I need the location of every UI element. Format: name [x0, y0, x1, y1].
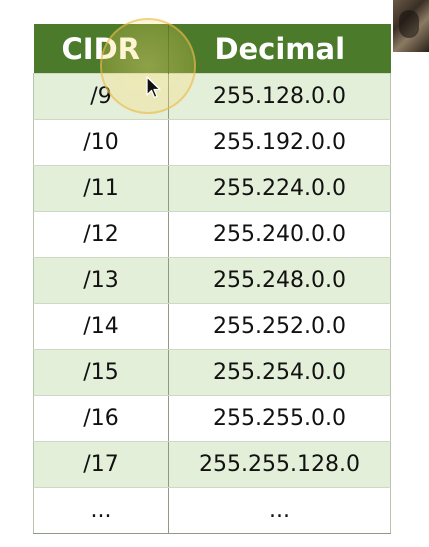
- cidr-cell: /11: [33, 165, 169, 212]
- decimal-cell: 255.254.0.0: [168, 349, 391, 396]
- table-header-row: CIDR Decimal: [33, 24, 391, 74]
- cidr-cell: /16: [33, 395, 169, 442]
- table-row: /12 255.240.0.0: [33, 211, 391, 258]
- cidr-decimal-table: CIDR Decimal /9 255.128.0.0 /10 255.192.…: [33, 24, 391, 534]
- cidr-cell: /15: [33, 349, 169, 396]
- table-row: /14 255.252.0.0: [33, 303, 391, 350]
- table-row: /13 255.248.0.0: [33, 257, 391, 304]
- table-row-ellipsis: ... ...: [33, 487, 391, 534]
- decimal-cell: 255.252.0.0: [168, 303, 391, 350]
- column-header-cidr: CIDR: [33, 24, 169, 74]
- cidr-cell: /14: [33, 303, 169, 350]
- webcam-thumbnail: [393, 0, 429, 52]
- decimal-cell: 255.192.0.0: [168, 119, 391, 166]
- decimal-cell: 255.224.0.0: [168, 165, 391, 212]
- table-row: /11 255.224.0.0: [33, 165, 391, 212]
- decimal-cell: 255.255.0.0: [168, 395, 391, 442]
- cidr-cell: /13: [33, 257, 169, 304]
- cidr-cell: /10: [33, 119, 169, 166]
- column-header-decimal: Decimal: [168, 24, 391, 74]
- decimal-cell: 255.248.0.0: [168, 257, 391, 304]
- decimal-cell: ...: [168, 487, 391, 534]
- cidr-cell: ...: [33, 487, 169, 534]
- cidr-cell: /17: [33, 441, 169, 488]
- cidr-table-container: CIDR Decimal /9 255.128.0.0 /10 255.192.…: [33, 24, 391, 534]
- table-row: /17 255.255.128.0: [33, 441, 391, 488]
- table-row: /9 255.128.0.0: [33, 73, 391, 120]
- table-row: /15 255.254.0.0: [33, 349, 391, 396]
- decimal-cell: 255.240.0.0: [168, 211, 391, 258]
- table-row: /10 255.192.0.0: [33, 119, 391, 166]
- decimal-cell: 255.255.128.0: [168, 441, 391, 488]
- decimal-cell: 255.128.0.0: [168, 73, 391, 120]
- table-row: /16 255.255.0.0: [33, 395, 391, 442]
- cidr-cell: /12: [33, 211, 169, 258]
- cidr-cell: /9: [33, 73, 169, 120]
